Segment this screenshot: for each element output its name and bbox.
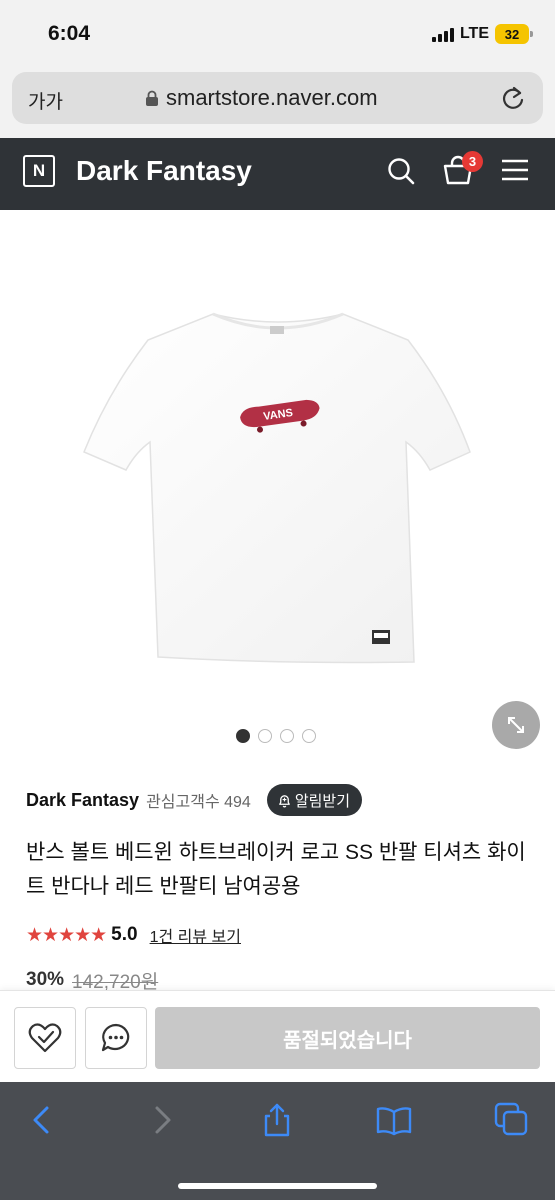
gallery-dot[interactable] — [302, 729, 316, 743]
expand-image-button[interactable] — [492, 701, 540, 749]
network-type: LTE — [459, 25, 489, 42]
cart-count-badge: 3 — [462, 151, 483, 172]
browser-address-area: 가가 smartstore.naver.com — [0, 62, 555, 138]
forward-icon[interactable] — [144, 1102, 180, 1138]
url-text[interactable]: smartstore.naver.com — [166, 85, 378, 111]
menu-icon[interactable] — [501, 158, 529, 182]
status-bar: 6:04 LTE 32 — [0, 0, 555, 62]
address-bar[interactable]: 가가 smartstore.naver.com — [12, 72, 543, 124]
expand-icon — [508, 717, 524, 733]
notify-label: 알림받기 — [294, 792, 351, 810]
back-icon[interactable] — [24, 1102, 60, 1138]
purchase-action-bar: 품절되었습니다 — [0, 990, 555, 1082]
signal-icon — [431, 26, 454, 42]
gallery-dot[interactable] — [258, 729, 272, 743]
gallery-dot[interactable] — [280, 729, 294, 743]
text-size-button[interactable]: 가가 — [28, 87, 63, 114]
notify-button[interactable]: 알림받기 — [266, 784, 363, 816]
bell-plus-icon — [278, 794, 290, 807]
soldout-button[interactable]: 품절되었습니다 — [155, 1007, 540, 1069]
seller-row: Dark Fantasy 관심고객수 494 알림받기 — [26, 784, 363, 816]
search-icon[interactable] — [386, 156, 416, 186]
seller-name[interactable]: Dark Fantasy — [26, 790, 139, 811]
rating-row: ★★★★★ 5.0 1건 리뷰 보기 — [26, 922, 241, 948]
gallery-pagination — [236, 729, 316, 743]
discount-rate: 30% — [26, 969, 65, 990]
talk-talk-button[interactable] — [85, 1007, 147, 1069]
product-image[interactable]: VANS — [0, 210, 555, 715]
battery-icon: 32 — [495, 24, 533, 44]
tshirt-image: VANS — [83, 312, 471, 664]
tabs-icon[interactable] — [494, 1102, 530, 1138]
heart-check-icon — [28, 1023, 62, 1053]
battery-level: 32 — [504, 26, 520, 42]
status-time: 6:04 — [48, 22, 91, 45]
rating-value: 5.0 — [111, 924, 138, 945]
bookmarks-icon[interactable] — [376, 1102, 412, 1138]
naver-logo-icon[interactable]: N — [23, 155, 55, 187]
status-indicators: LTE 32 — [431, 24, 533, 44]
reload-icon[interactable] — [499, 84, 527, 112]
store-header: N Dark Fantasy 3 — [0, 138, 555, 210]
review-link[interactable]: 1건 리뷰 보기 — [150, 923, 241, 947]
store-name[interactable]: Dark Fantasy — [76, 155, 252, 187]
chat-bubble-icon — [101, 1023, 130, 1052]
share-icon[interactable] — [259, 1102, 295, 1138]
product-title: 반스 볼트 베드윈 하트브레이커 로고 SS 반팔 티셔츠 화이트 반다나 레드… — [26, 841, 526, 898]
gallery-dot[interactable] — [236, 729, 250, 743]
home-indicator — [178, 1183, 377, 1189]
lock-icon — [146, 90, 158, 106]
seller-followers: 관심고객수 494 — [146, 794, 251, 811]
rating-stars: ★★★★★ — [26, 924, 107, 946]
wishlist-button[interactable] — [14, 1007, 76, 1069]
